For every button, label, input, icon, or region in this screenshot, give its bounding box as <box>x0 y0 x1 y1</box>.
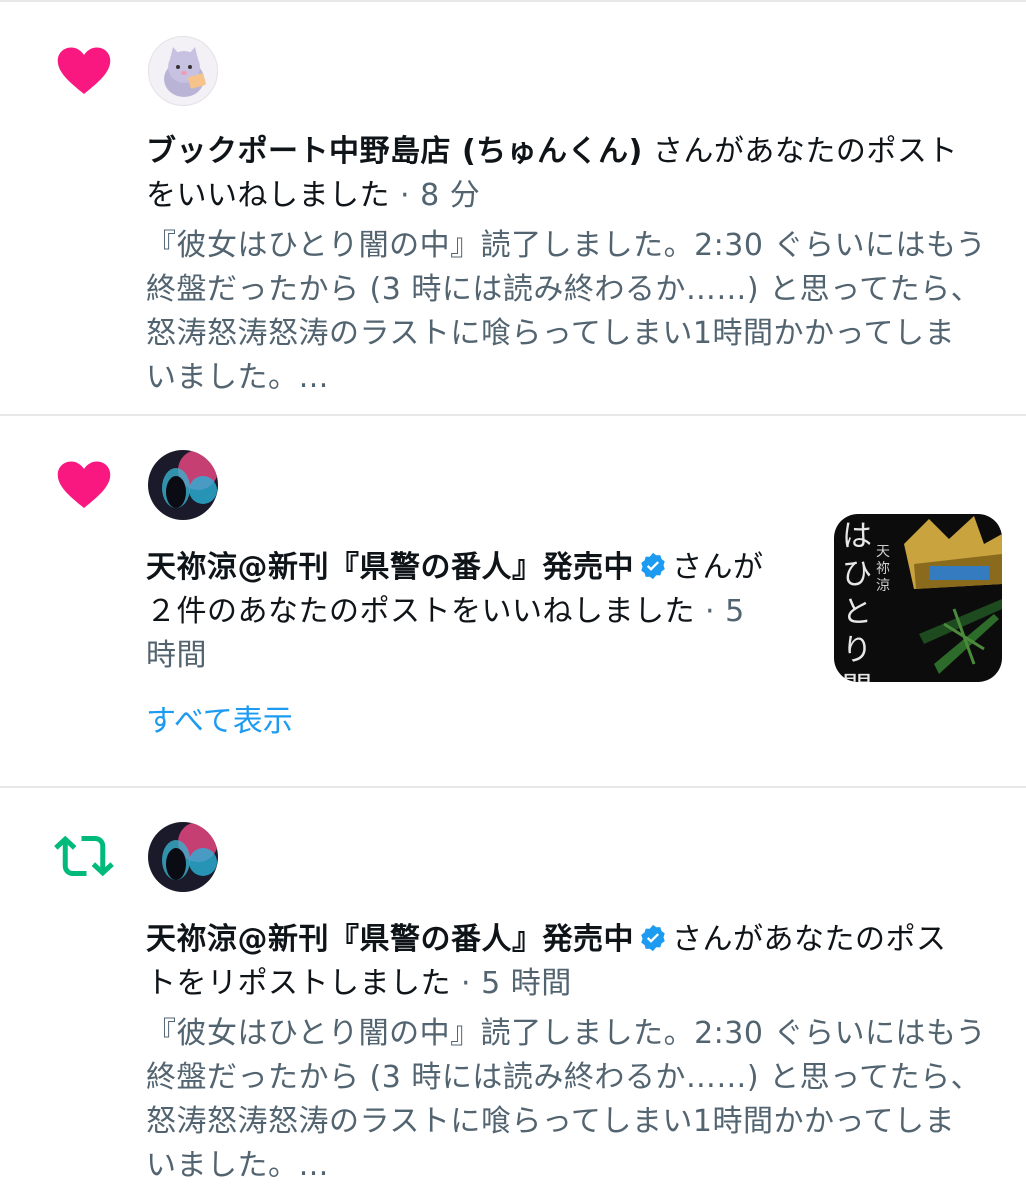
divider <box>0 786 1026 788</box>
notification-repost[interactable]: 天祢涼@新刊『県警の番人』発売中 さんがあなたのポス トをリポストしました · 5… <box>0 786 1026 1200</box>
separator: · <box>390 178 421 213</box>
verified-badge-icon <box>638 922 668 952</box>
show-all-link[interactable]: すべて表示 <box>146 700 293 744</box>
heart-icon <box>54 40 114 100</box>
action-text: さんが <box>672 550 764 585</box>
action-text-cont: をいいねしました <box>146 178 390 213</box>
user-name[interactable]: ブックポート中野島店 (ちゅんくん) <box>146 134 643 169</box>
preview-line: いました。… <box>146 360 329 395</box>
preview-line: 終盤だったから (3 時には読み終わるか……) と思ってたら、 <box>146 1060 982 1095</box>
preview-line: 怒涛怒涛怒涛のラストに喰らってしまい1時間かかってしま <box>146 1104 955 1139</box>
preview-line: 『彼女はひとり闇の中』読了しました。2:30 ぐらいにはもう <box>146 228 987 263</box>
divider <box>0 0 1026 2</box>
separator: · <box>695 594 726 629</box>
user-name[interactable]: 天祢涼@新刊『県警の番人』発売中 <box>146 550 634 585</box>
notification-text: 天祢涼@新刊『県警の番人』発売中 さんが ２件のあなたのポストをいいねしました ·… <box>146 546 806 678</box>
timestamp-number: 5 <box>725 594 745 629</box>
separator: · <box>451 966 482 1001</box>
notification-like-2[interactable]: 天祢涼@新刊『県警の番人』発売中 さんが ２件のあなたのポストをいいねしました ·… <box>0 414 1026 786</box>
action-text-cont: ２件のあなたのポストをいいねしました <box>146 594 695 629</box>
thumbnail-title: はひとり闇の <box>842 519 872 682</box>
divider <box>0 414 1026 416</box>
repost-icon <box>54 826 114 886</box>
notification-text: 天祢涼@新刊『県警の番人』発売中 さんがあなたのポス トをリポストしました · 5… <box>146 918 1006 1006</box>
timestamp: 8 分 <box>420 178 481 213</box>
preview-line: いました。… <box>146 1148 329 1183</box>
preview-line: 怒涛怒涛怒涛のラストに喰らってしまい1時間かかってしま <box>146 316 955 351</box>
timestamp: 5 時間 <box>481 966 572 1001</box>
notification-text: ブックポート中野島店 (ちゅんくん) さんがあなたのポスト をいいねしました ·… <box>146 130 996 218</box>
post-thumbnail[interactable]: はひとり闇の 天祢 涼 <box>834 514 1002 682</box>
verified-badge-icon <box>638 550 668 580</box>
action-text-cont: トをリポストしました <box>146 966 451 1001</box>
notification-like-1[interactable]: ブックポート中野島店 (ちゅんくん) さんがあなたのポスト をいいねしました ·… <box>0 0 1026 414</box>
preview-line: 『彼女はひとり闇の中』読了しました。2:30 ぐらいにはもう <box>146 1016 987 1051</box>
avatar[interactable] <box>148 450 218 520</box>
avatar[interactable] <box>148 822 218 892</box>
thumbnail-author: 天祢 涼 <box>876 544 890 594</box>
action-text: さんがあなたのポスト <box>642 134 958 169</box>
action-text: さんがあなたのポス <box>672 922 947 957</box>
timestamp-unit: 時間 <box>146 638 207 673</box>
user-name[interactable]: 天祢涼@新刊『県警の番人』発売中 <box>146 922 634 957</box>
heart-icon <box>54 454 114 514</box>
avatar[interactable] <box>148 36 218 106</box>
post-preview: 『彼女はひとり闇の中』読了しました。2:30 ぐらいにはもう 終盤だったから (… <box>146 224 1006 400</box>
post-preview: 『彼女はひとり闇の中』読了しました。2:30 ぐらいにはもう 終盤だったから (… <box>146 1012 1006 1188</box>
preview-line: 終盤だったから (3 時には読み終わるか……) と思ってたら、 <box>146 272 982 307</box>
